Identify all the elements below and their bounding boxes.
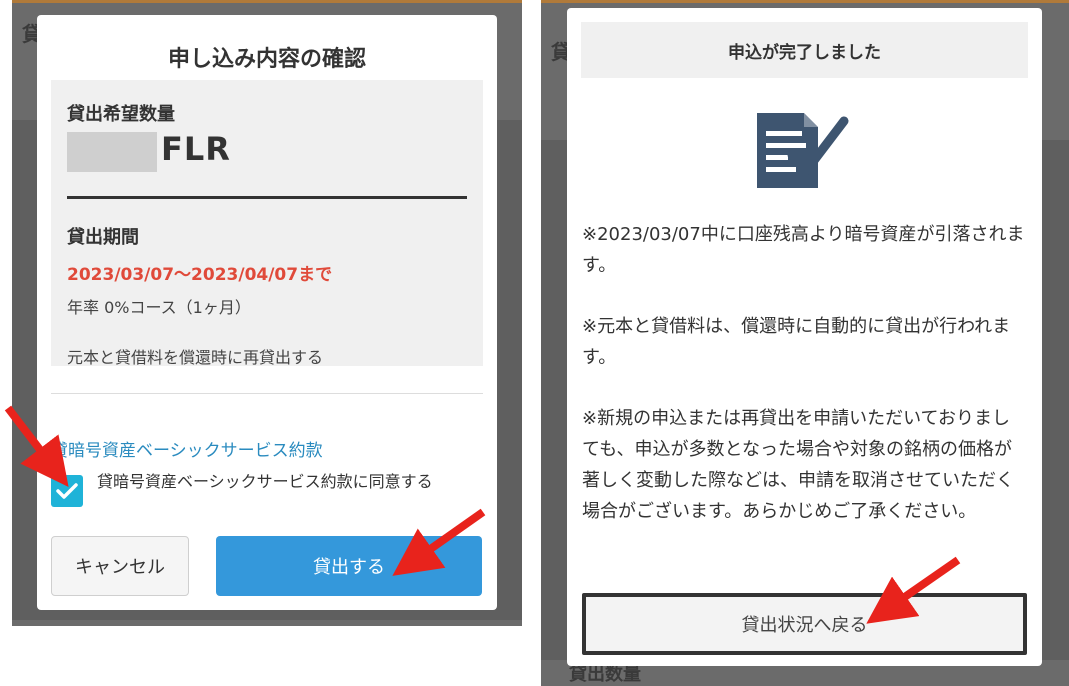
agree-checkbox[interactable] <box>51 475 83 507</box>
back-to-status-button[interactable]: 貸出状況へ戻る <box>582 593 1027 655</box>
rate-course: 年率 0%コース（1ヶ月） <box>67 298 251 317</box>
confirm-dialog: 申し込み内容の確認 貸出希望数量 FLR 貸出期間 2023/03/07〜202… <box>37 15 497 610</box>
summary-divider <box>67 196 467 199</box>
document-check-icon <box>757 113 849 188</box>
completion-dialog: 申込が完了しました ※2023/03/07中に口座残高より暗号資産が引落されます… <box>567 8 1042 666</box>
section-divider <box>51 393 483 394</box>
left-backdrop-accent-line <box>12 0 522 3</box>
masked-quantity <box>67 132 157 172</box>
cancel-button[interactable]: キャンセル <box>51 536 189 596</box>
cancellation-note: ※新規の申込または再貸出を申請いただいておりましても、申込が多数となった場合や対… <box>582 408 1014 522</box>
right-backdrop-accent-line <box>541 0 1069 3</box>
withdrawal-note: ※2023/03/07中に口座残高より暗号資産が引落されます。 <box>582 224 1025 276</box>
checkmark-icon <box>56 483 78 499</box>
order-summary: 貸出希望数量 FLR 貸出期間 2023/03/07〜2023/04/07まで … <box>51 80 483 367</box>
auto-relend-note: ※元本と貸借料は、償還時に自動的に貸出が行われます。 <box>582 316 1011 368</box>
dialog-title: 申し込み内容の確認 <box>167 47 366 72</box>
quantity-label: 貸出希望数量 <box>67 104 175 125</box>
agree-label: 貸暗号資産ベーシックサービス約款に同意する <box>97 472 433 491</box>
period-value: 2023/03/07〜2023/04/07まで <box>67 265 333 285</box>
completion-header: 申込が完了しました <box>581 22 1028 78</box>
lend-button[interactable]: 貸出する <box>216 536 482 596</box>
period-label: 貸出期間 <box>67 227 139 248</box>
relend-option: 元本と貸借料を償還時に再貸出する <box>67 348 324 367</box>
terms-link[interactable]: 貸暗号資産ベーシックサービス約款 <box>51 436 323 461</box>
quantity-unit: FLR <box>161 130 231 168</box>
